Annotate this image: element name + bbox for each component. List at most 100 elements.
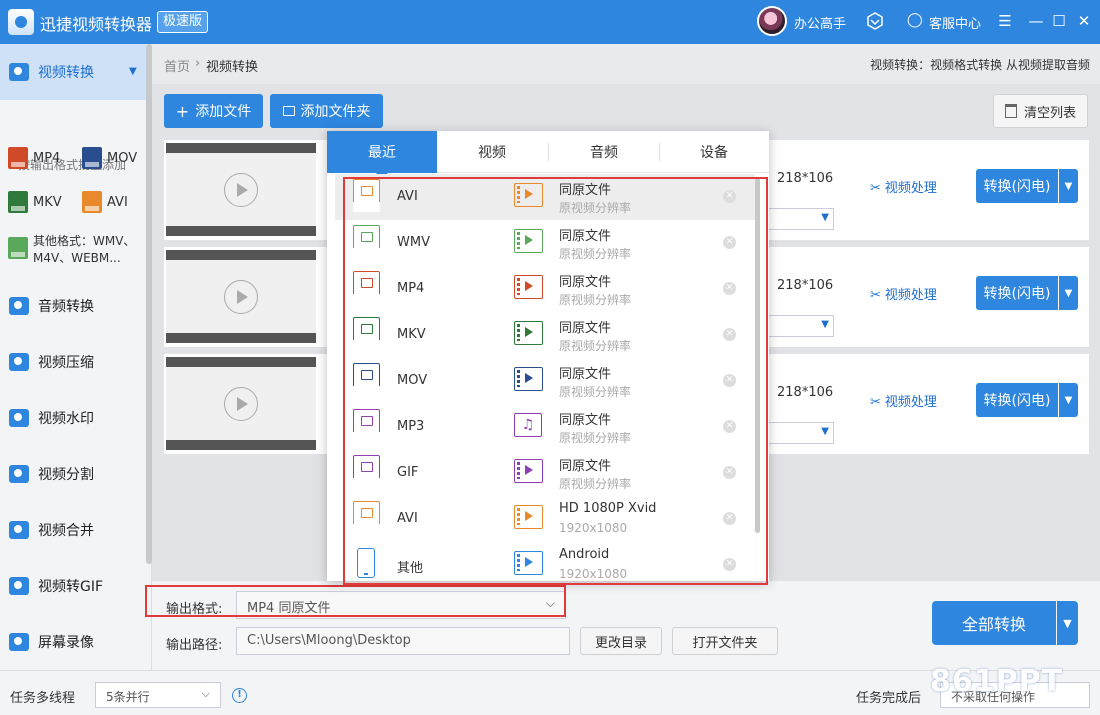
sidebar-item-screen-record[interactable]: 屏幕录像 [0,614,146,670]
list-item[interactable]: GIF GIF 同原文件 原视频分辨率 ✕ [335,450,755,496]
file-format-select[interactable] [768,315,834,337]
audio-convert-icon [9,297,29,315]
play-icon[interactable] [224,387,258,421]
film-icon [514,321,543,345]
sidebar-item-video-merge[interactable]: 视频合并 [0,502,146,558]
close-icon[interactable]: ✕ [1072,8,1096,34]
mkv-file-icon: MKV [353,317,380,350]
clear-list-button[interactable]: 清空列表 [993,94,1088,128]
remove-icon[interactable]: ✕ [723,282,736,295]
quality-title: 同原文件 [559,321,612,336]
sidebar-item-video-to-gif[interactable]: 视频转GIF [0,558,146,614]
list-item[interactable]: MP4 MP4 同原文件 原视频分辨率 ✕ [335,266,755,312]
info-icon[interactable]: ! [232,688,247,703]
chat-bubble-icon[interactable]: ◯ [907,12,923,28]
quick-format-avi[interactable]: AVI [82,191,128,213]
file-format-select[interactable] [768,422,834,444]
scissors-icon: ✂ [870,395,881,410]
quick-format-mkv[interactable]: MKV [8,191,62,213]
list-item[interactable]: WMV WMV 同原文件 原视频分辨率 ✕ [335,220,755,266]
add-file-button[interactable]: + 添加文件 [164,94,263,128]
file-format-select[interactable] [768,208,834,230]
video-process-link[interactable]: ✂ 视频处理 [870,284,937,303]
convert-all-dropdown-caret[interactable]: ▼ [1057,601,1078,645]
change-directory-button[interactable]: 更改目录 [580,627,662,655]
quick-format-other[interactable]: 其他格式：WMV、 M4V、WEBM... [8,233,135,267]
customer-service-link[interactable]: 客服中心 [929,13,981,32]
output-format-select[interactable]: MP4 同原文件 ⌵ [236,591,566,619]
avatar[interactable] [757,6,787,36]
sidebar-item-video-split[interactable]: 视频分割 [0,446,146,502]
breadcrumb-home[interactable]: 首页 [164,56,190,75]
wmv-file-icon: WMV [353,225,380,258]
list-item[interactable]: MKV MKV 同原文件 原视频分辨率 ✕ [335,312,755,358]
scissors-icon: ✂ [870,288,881,303]
video-process-link[interactable]: ✂ 视频处理 [870,391,937,410]
tab-video[interactable]: 视频 [437,131,547,173]
video-thumbnail [166,357,316,450]
tab-audio[interactable]: 音频 [549,131,659,173]
multithread-select[interactable]: 5条并行 ⌵ [95,682,221,708]
film-icon [514,505,543,529]
video-watermark-icon [9,409,29,427]
screen-record-icon [9,633,29,651]
tab-device[interactable]: 设备 [659,131,769,173]
sidebar-item-video-watermark[interactable]: 视频水印 [0,390,146,446]
remove-icon[interactable]: ✕ [723,190,736,203]
video-process-link[interactable]: ✂ 视频处理 [870,177,937,196]
sidebar-item-audio-convert[interactable]: 音频转换 [0,278,146,334]
remove-icon[interactable]: ✕ [723,512,736,525]
remove-icon[interactable]: ✕ [723,420,736,433]
mov-file-icon [82,147,102,169]
play-icon[interactable] [224,173,258,207]
quality-title: 同原文件 [559,183,612,198]
chevron-down-icon: ⌵ [545,596,555,610]
quality-subtitle: 原视频分辨率 [559,431,632,445]
convert-button[interactable]: 转换(闪电) [976,383,1058,417]
music-note-icon: ♫ [514,413,542,437]
user-name[interactable]: 办公高手 [794,13,846,32]
mov-file-icon: MOV [353,363,380,396]
quick-format-mp4[interactable]: MP4 [8,147,60,169]
remove-icon[interactable]: ✕ [723,466,736,479]
page-description: 视频转换：视频格式转换 从视频提取音频 [870,58,1090,72]
phone-icon [357,548,375,578]
quality-title: HD 1080P Xvid [559,501,657,516]
add-folder-button[interactable]: 添加文件夹 [270,94,383,128]
quality-title: 同原文件 [559,229,612,244]
list-item[interactable]: AVI AVI 同原文件 原视频分辨率 ✕ [335,174,755,220]
sidebar-item-video-compress[interactable]: 视频压缩 [0,334,146,390]
convert-button[interactable]: 转换(闪电) [976,276,1058,310]
convert-dropdown-caret[interactable]: ▼ [1059,169,1078,203]
video-thumbnail [166,250,316,343]
remove-icon[interactable]: ✕ [723,236,736,249]
list-item[interactable]: MP3 MP3 ♫ 同原文件 原视频分辨率 ✕ [335,404,755,450]
list-item[interactable]: MOV MOV 同原文件 原视频分辨率 ✕ [335,358,755,404]
convert-dropdown-caret[interactable]: ▼ [1059,276,1078,310]
remove-icon[interactable]: ✕ [723,558,736,571]
minimize-icon[interactable]: — [1024,8,1048,34]
quality-subtitle: 原视频分辨率 [559,293,632,307]
open-folder-button[interactable]: 打开文件夹 [672,627,778,655]
remove-icon[interactable]: ✕ [723,328,736,341]
output-format-label: 输出格式: [166,602,223,617]
list-item[interactable]: 其他 Android 1920x1080 ✕ [335,542,755,588]
convert-all-button[interactable]: 全部转换 [932,601,1056,645]
video-thumbnail [166,143,316,236]
video-convert-icon [9,63,29,81]
convert-button[interactable]: 转换(闪电) [976,169,1058,203]
menu-icon[interactable]: ☰ [993,8,1017,34]
format-list-scrollbar[interactable] [755,178,760,533]
remove-icon[interactable]: ✕ [723,374,736,387]
convert-dropdown-caret[interactable]: ▼ [1059,383,1078,417]
play-icon[interactable] [224,280,258,314]
quick-format-mov[interactable]: MOV [82,147,137,169]
vip-diamond-icon[interactable] [866,12,884,30]
breadcrumb-current: 视频转换 [206,60,259,75]
gif-icon [9,577,29,595]
tab-recent[interactable]: 最近 [327,131,437,179]
sidebar-item-video-convert[interactable]: 视频转换 ▼ [0,44,146,100]
list-item[interactable]: AVI AVI HD 1080P Xvid 1920x1080 ✕ [335,496,755,542]
output-path-field[interactable]: C:\Users\Mloong\Desktop [236,627,570,655]
maximize-icon[interactable]: ☐ [1047,8,1071,34]
